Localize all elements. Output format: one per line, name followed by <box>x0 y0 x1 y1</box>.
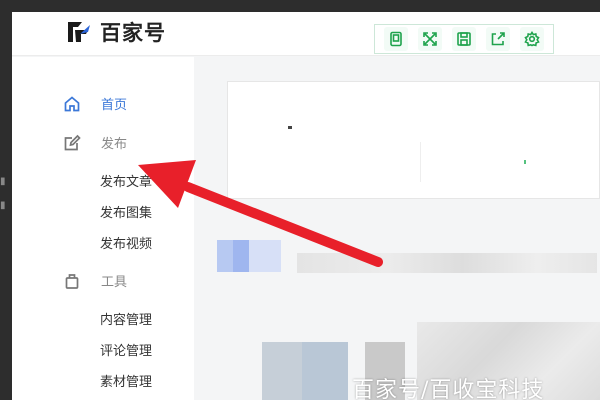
gear-icon <box>524 31 540 47</box>
sidebar-item-publish-article[interactable]: 发布文章 <box>100 171 152 190</box>
app-frame: 百家号 首页 发布 发布文章 发布图集 发布视频 工具 内容管理 评论管理 素材… <box>12 12 600 400</box>
blurred-text <box>524 160 526 164</box>
sidebar-item-publish-video[interactable]: 发布视频 <box>100 233 152 252</box>
settings-button[interactable] <box>520 27 544 51</box>
edit-icon <box>63 134 81 152</box>
sidebar-section-label: 工具 <box>101 275 128 290</box>
sidebar-item-material-management[interactable]: 素材管理 <box>100 371 152 390</box>
edge-glyph: ▮ <box>0 200 6 211</box>
fullscreen-icon <box>423 32 437 46</box>
home-icon <box>63 95 81 113</box>
sidebar-item-label: 首页 <box>101 98 128 113</box>
sidebar-item-content-management[interactable]: 内容管理 <box>100 309 152 328</box>
sidebar-section-label: 发布 <box>101 137 128 152</box>
share-button[interactable] <box>486 27 510 51</box>
watermark-text: 百家号/百收宝科技 <box>352 378 545 400</box>
brand-name: 百家号 <box>100 21 166 45</box>
save-icon <box>457 32 471 46</box>
app-header: 百家号 <box>12 12 600 56</box>
tablet-button[interactable] <box>384 27 408 51</box>
sidebar-item-home[interactable]: 首页 <box>63 94 127 113</box>
sidebar: 首页 发布 发布文章 发布图集 发布视频 工具 内容管理 评论管理 素材管理 <box>12 57 194 400</box>
sidebar-section-tools[interactable]: 工具 <box>63 271 127 290</box>
sidebar-item-publish-gallery[interactable]: 发布图集 <box>100 202 152 221</box>
edge-glyph: ▮ <box>0 176 6 187</box>
card-divider <box>420 142 421 182</box>
tablet-icon <box>390 31 402 47</box>
main-content <box>207 57 600 400</box>
save-button[interactable] <box>452 27 476 51</box>
overview-card <box>227 81 600 199</box>
baijiahao-logo-icon <box>68 22 90 42</box>
brand-logo[interactable]: 百家号 <box>66 18 166 46</box>
editor-toolbar <box>374 24 554 54</box>
blurred-text <box>288 126 292 129</box>
bag-icon <box>63 272 81 290</box>
sidebar-item-comment-management[interactable]: 评论管理 <box>100 340 152 359</box>
fullscreen-button[interactable] <box>418 27 442 51</box>
window-top-edge <box>0 0 600 12</box>
window-left-edge: ▮ ▮ <box>0 0 12 400</box>
share-icon <box>491 32 505 46</box>
sidebar-section-publish[interactable]: 发布 <box>63 133 127 152</box>
